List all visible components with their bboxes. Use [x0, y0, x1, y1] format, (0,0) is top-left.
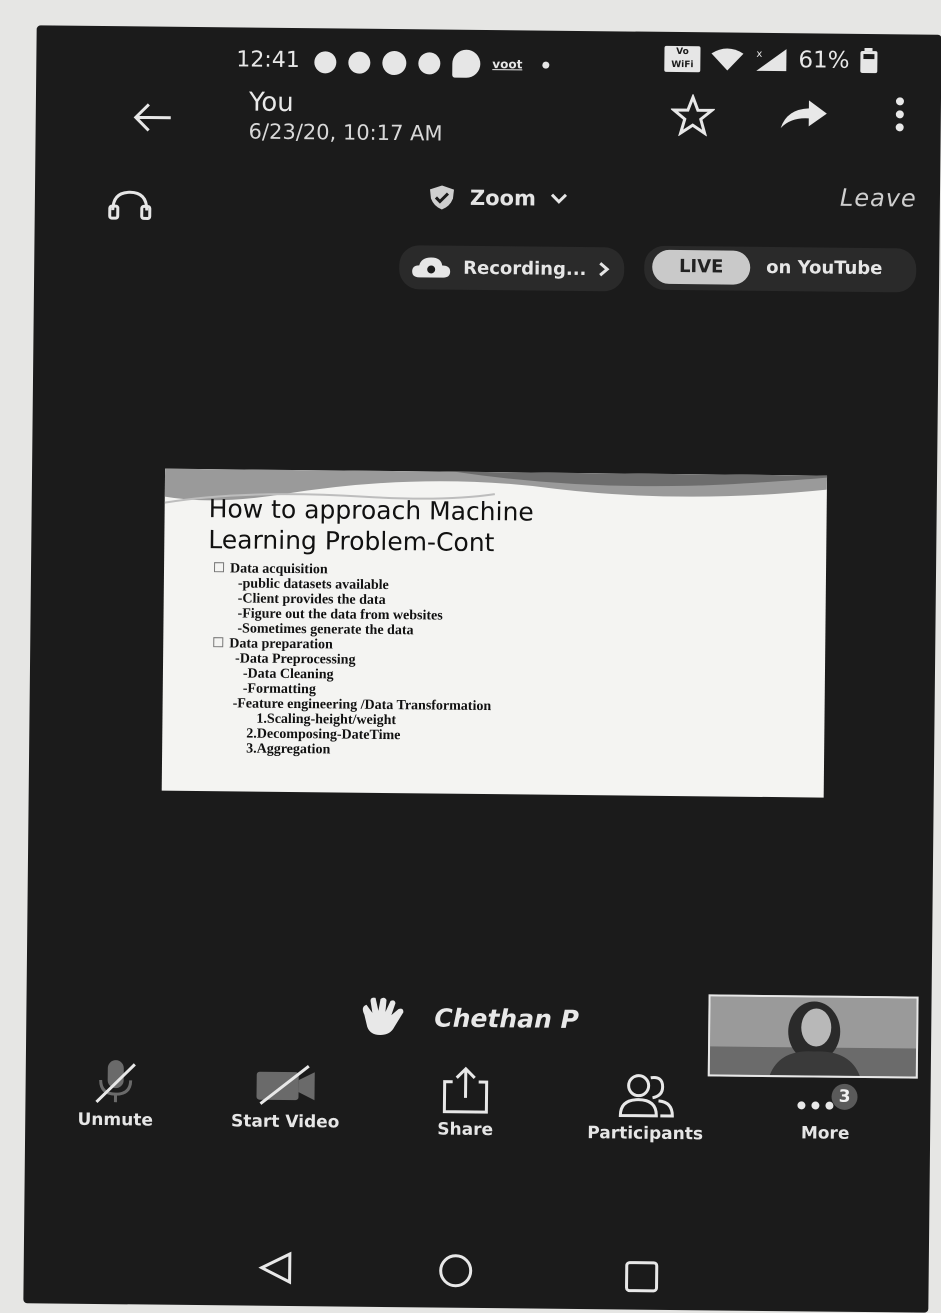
participants-label: Participants	[575, 1123, 715, 1144]
voot-label: voot	[492, 57, 522, 71]
recording-label: Recording...	[463, 257, 586, 279]
bullet-box-icon	[214, 562, 224, 572]
unmute-button[interactable]: Unmute	[65, 1056, 166, 1131]
slide-title-line2: Learning Problem-Cont	[208, 524, 494, 558]
slide-title-line1: How to approach Machine	[209, 493, 534, 527]
app-icon	[348, 52, 370, 74]
battery-icon	[859, 48, 879, 74]
header-timestamp: 6/23/20, 10:17 AM	[248, 120, 442, 146]
star-icon[interactable]	[671, 94, 715, 136]
recording-indicator[interactable]: Recording...	[399, 245, 624, 291]
svg-text:x: x	[756, 49, 762, 60]
video-off-icon	[250, 1062, 320, 1109]
start-video-button[interactable]: Start Video	[215, 1061, 356, 1132]
unmute-label: Unmute	[65, 1110, 165, 1131]
header-title: You	[249, 88, 294, 118]
zoom-title-dropdown[interactable]: Zoom	[428, 184, 568, 211]
share-screen-icon	[436, 1066, 495, 1117]
slide-line: -Feature engineering /Data Transformatio…	[213, 696, 492, 714]
live-streaming-indicator[interactable]: LIVE on YouTube	[644, 246, 916, 293]
speaker-name: Chethan P	[434, 1003, 579, 1034]
zoom-title: Zoom	[470, 186, 536, 211]
share-label: Share	[420, 1119, 510, 1140]
vowifi-icon: Vo WiFi	[664, 46, 700, 72]
share-button[interactable]: Share	[420, 1065, 511, 1140]
chevron-down-icon	[550, 193, 568, 205]
self-video-thumbnail[interactable]	[708, 994, 919, 1078]
more-icon-wrap: 3	[775, 1083, 875, 1124]
participant-video	[710, 996, 917, 1076]
status-time: 12:41	[236, 47, 300, 73]
nav-home-icon[interactable]	[435, 1252, 475, 1290]
nav-recents-icon[interactable]	[621, 1257, 661, 1295]
notification-icons: voot	[314, 48, 549, 78]
start-video-label: Start Video	[215, 1111, 355, 1132]
back-arrow-icon[interactable]	[131, 101, 173, 133]
live-badge: LIVE	[652, 250, 750, 285]
shared-slide: How to approach Machine Learning Problem…	[162, 469, 827, 798]
more-button[interactable]: 3 More	[775, 1083, 876, 1144]
wifi-icon	[710, 47, 744, 71]
slide-line: 3.Aggregation	[212, 741, 491, 759]
cloud-recording-icon	[411, 256, 451, 278]
signal-icon: x	[754, 47, 788, 73]
muted-microphone-icon	[90, 1056, 141, 1107]
active-speaker: Chethan P	[356, 997, 579, 1039]
phone-icon	[382, 51, 406, 75]
slide-bullet-list: Data acquisition -public datasets availa…	[212, 561, 493, 759]
message-icon	[314, 51, 336, 73]
live-destination: on YouTube	[766, 257, 882, 279]
shield-check-icon	[428, 184, 456, 210]
audio-headphone-icon[interactable]	[107, 186, 153, 226]
participants-button[interactable]: Participants	[575, 1071, 716, 1144]
system-icons: Vo WiFi x 61%	[664, 46, 879, 74]
more-badge: 3	[831, 1084, 857, 1110]
bag-icon	[418, 52, 440, 74]
phone-screen: 12:41 voot Vo WiFi x 61% You 6/23/20, 10…	[23, 25, 941, 1312]
participants-icon	[614, 1071, 676, 1120]
nav-back-icon[interactable]	[256, 1250, 296, 1286]
forward-share-icon[interactable]	[779, 98, 829, 131]
leave-button[interactable]: Leave	[840, 184, 917, 213]
dot-icon	[542, 61, 549, 68]
chevron-right-icon	[598, 261, 610, 277]
bullet-box-icon	[213, 637, 223, 647]
raised-hand-icon	[356, 997, 408, 1038]
chat-bubble-icon	[452, 50, 480, 78]
more-label: More	[775, 1123, 875, 1144]
battery-percent: 61%	[798, 47, 849, 74]
overflow-menu-icon[interactable]	[894, 96, 906, 132]
